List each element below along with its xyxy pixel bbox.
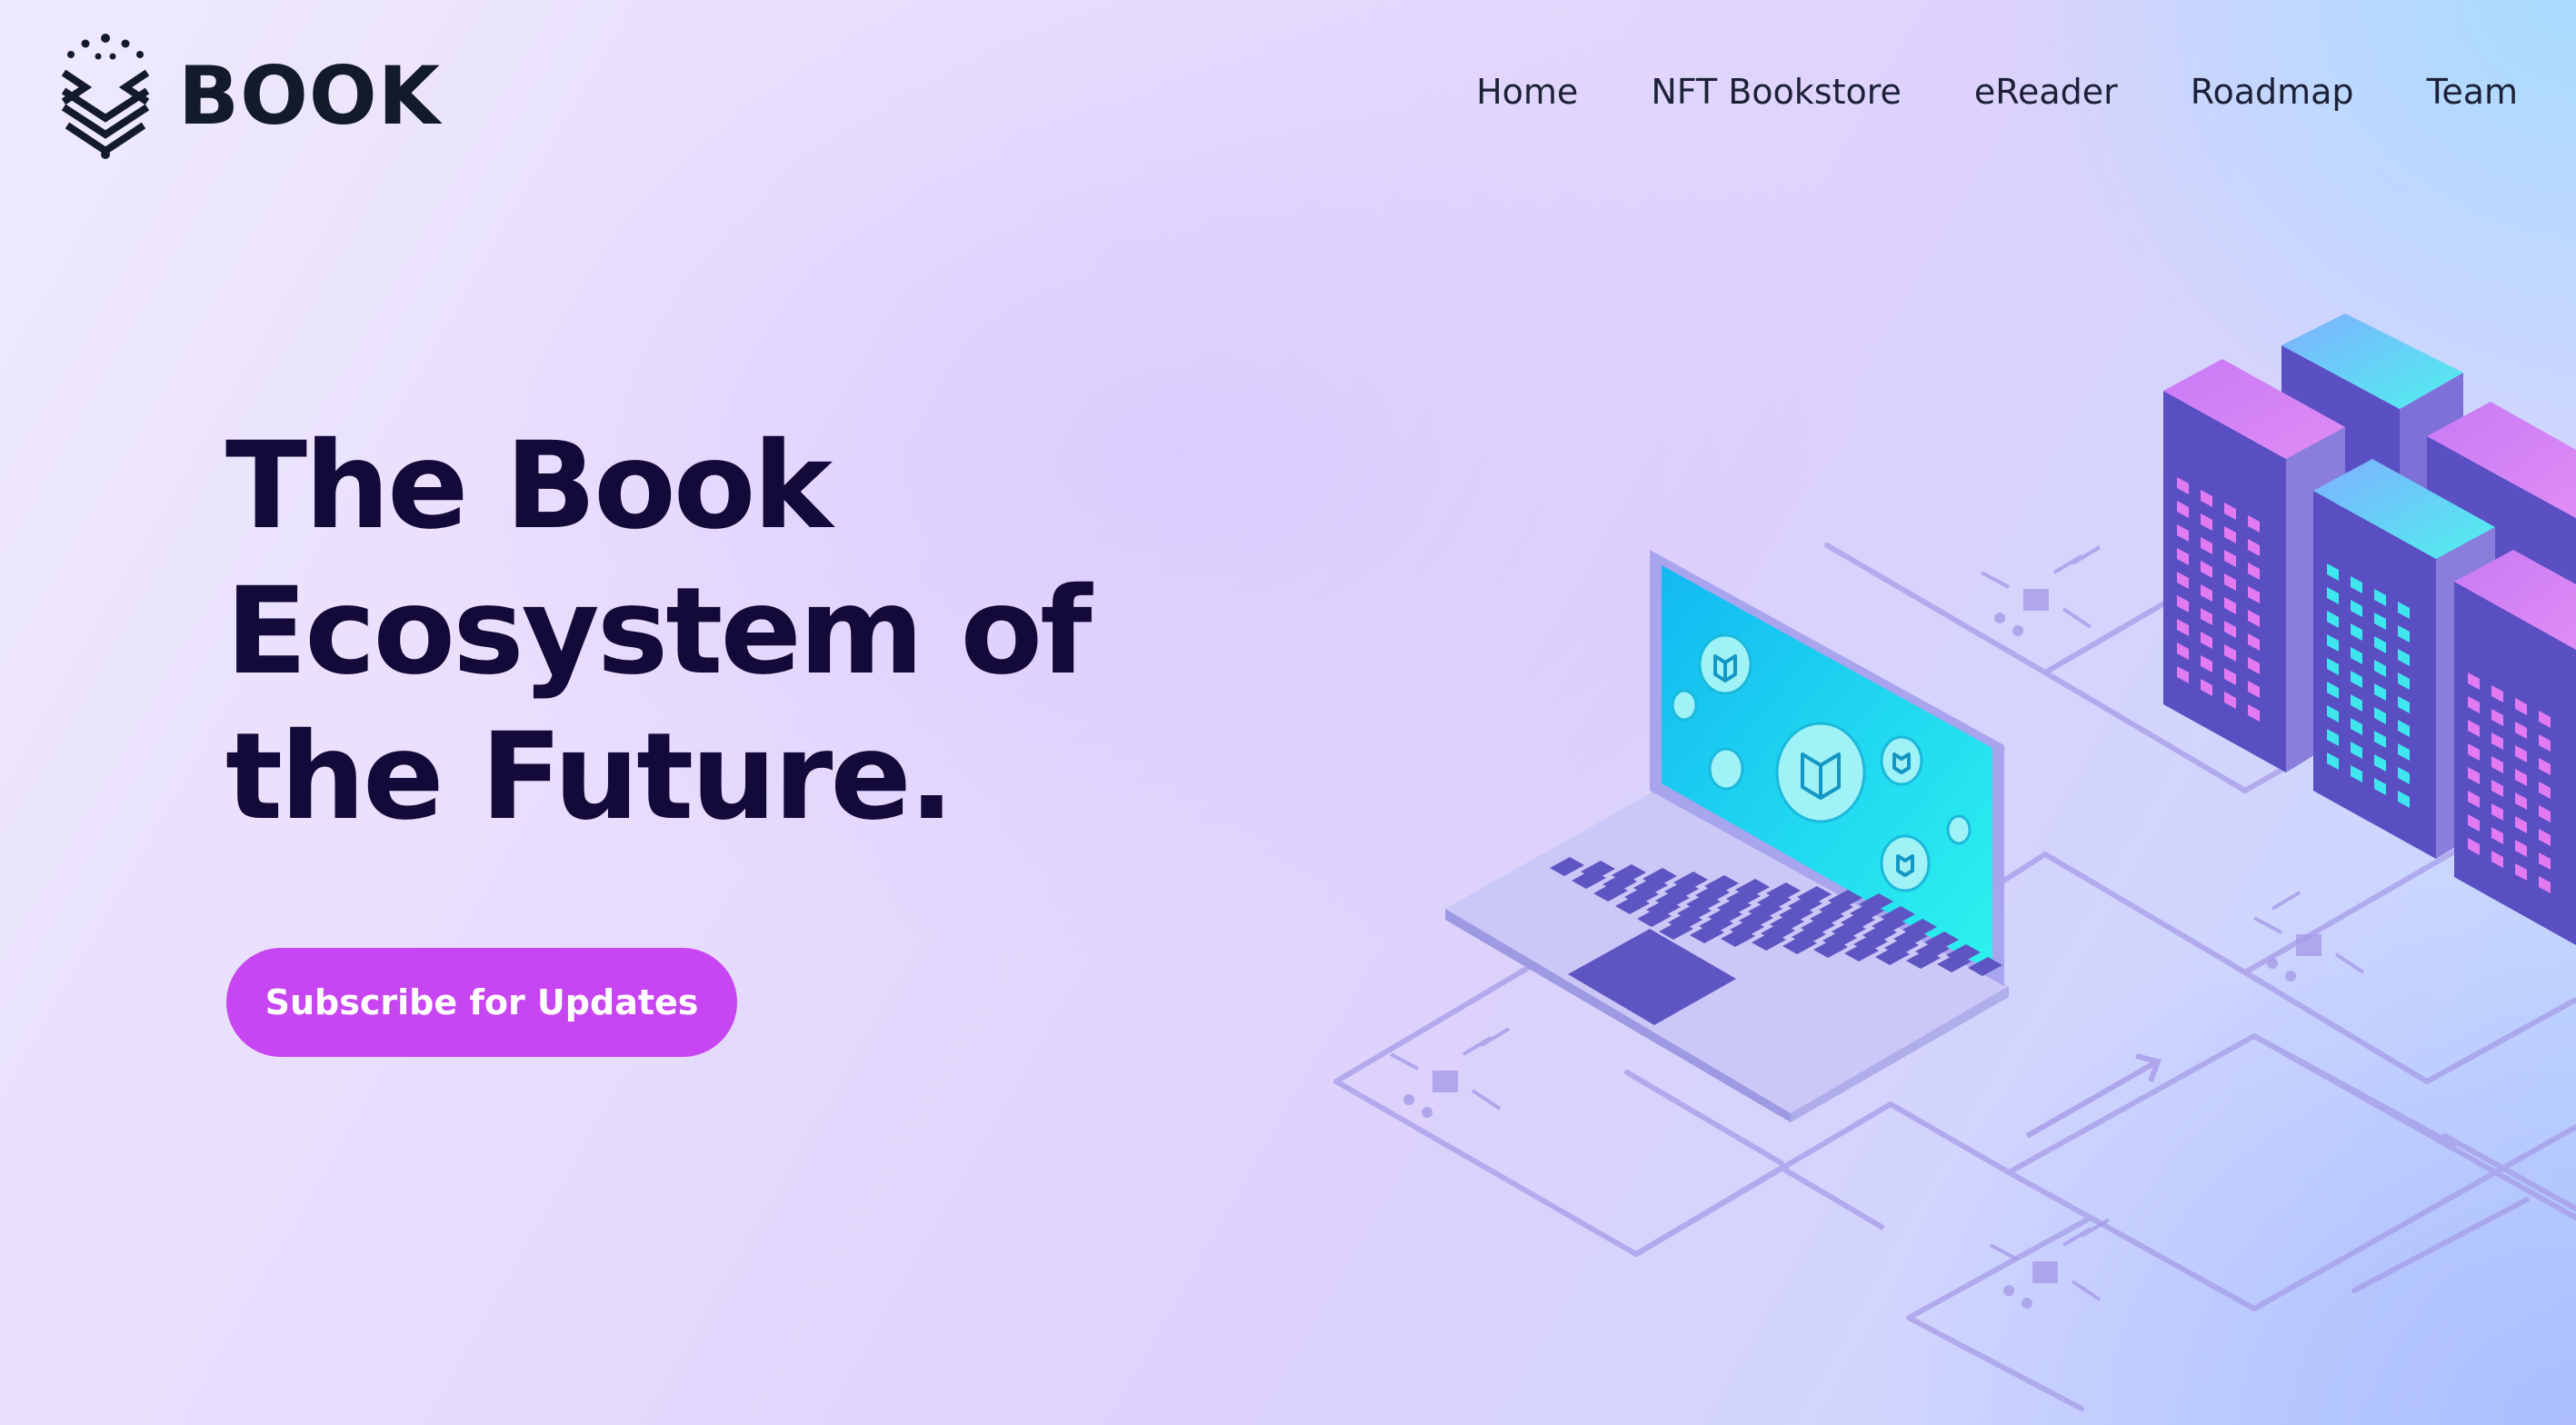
nav-item-ereader[interactable]: eReader bbox=[1974, 75, 2118, 109]
hero-title-line: the Future. bbox=[225, 707, 954, 847]
main-nav: Home NFT Bookstore eReader Roadmap Team bbox=[1476, 75, 2518, 109]
hero-title-line: Ecosystem of bbox=[225, 562, 1093, 702]
hero-title-line: The Book bbox=[225, 416, 833, 556]
nav-item-home[interactable]: Home bbox=[1476, 75, 1578, 109]
brand-name: BOOK bbox=[178, 49, 441, 143]
nav-item-team[interactable]: Team bbox=[2427, 75, 2518, 109]
brand-logo[interactable]: BOOK bbox=[58, 33, 441, 160]
subscribe-button[interactable]: Subscribe for Updates bbox=[226, 948, 737, 1057]
book-chevron-logo-icon bbox=[61, 34, 150, 159]
nav-item-nft-bookstore[interactable]: NFT Bookstore bbox=[1651, 75, 1902, 109]
hero-title: The Book Ecosystem of the Future. bbox=[225, 414, 1134, 850]
isometric-laptop-and-buildings-illustration bbox=[1333, 314, 2576, 1411]
nav-item-roadmap[interactable]: Roadmap bbox=[2191, 75, 2354, 109]
